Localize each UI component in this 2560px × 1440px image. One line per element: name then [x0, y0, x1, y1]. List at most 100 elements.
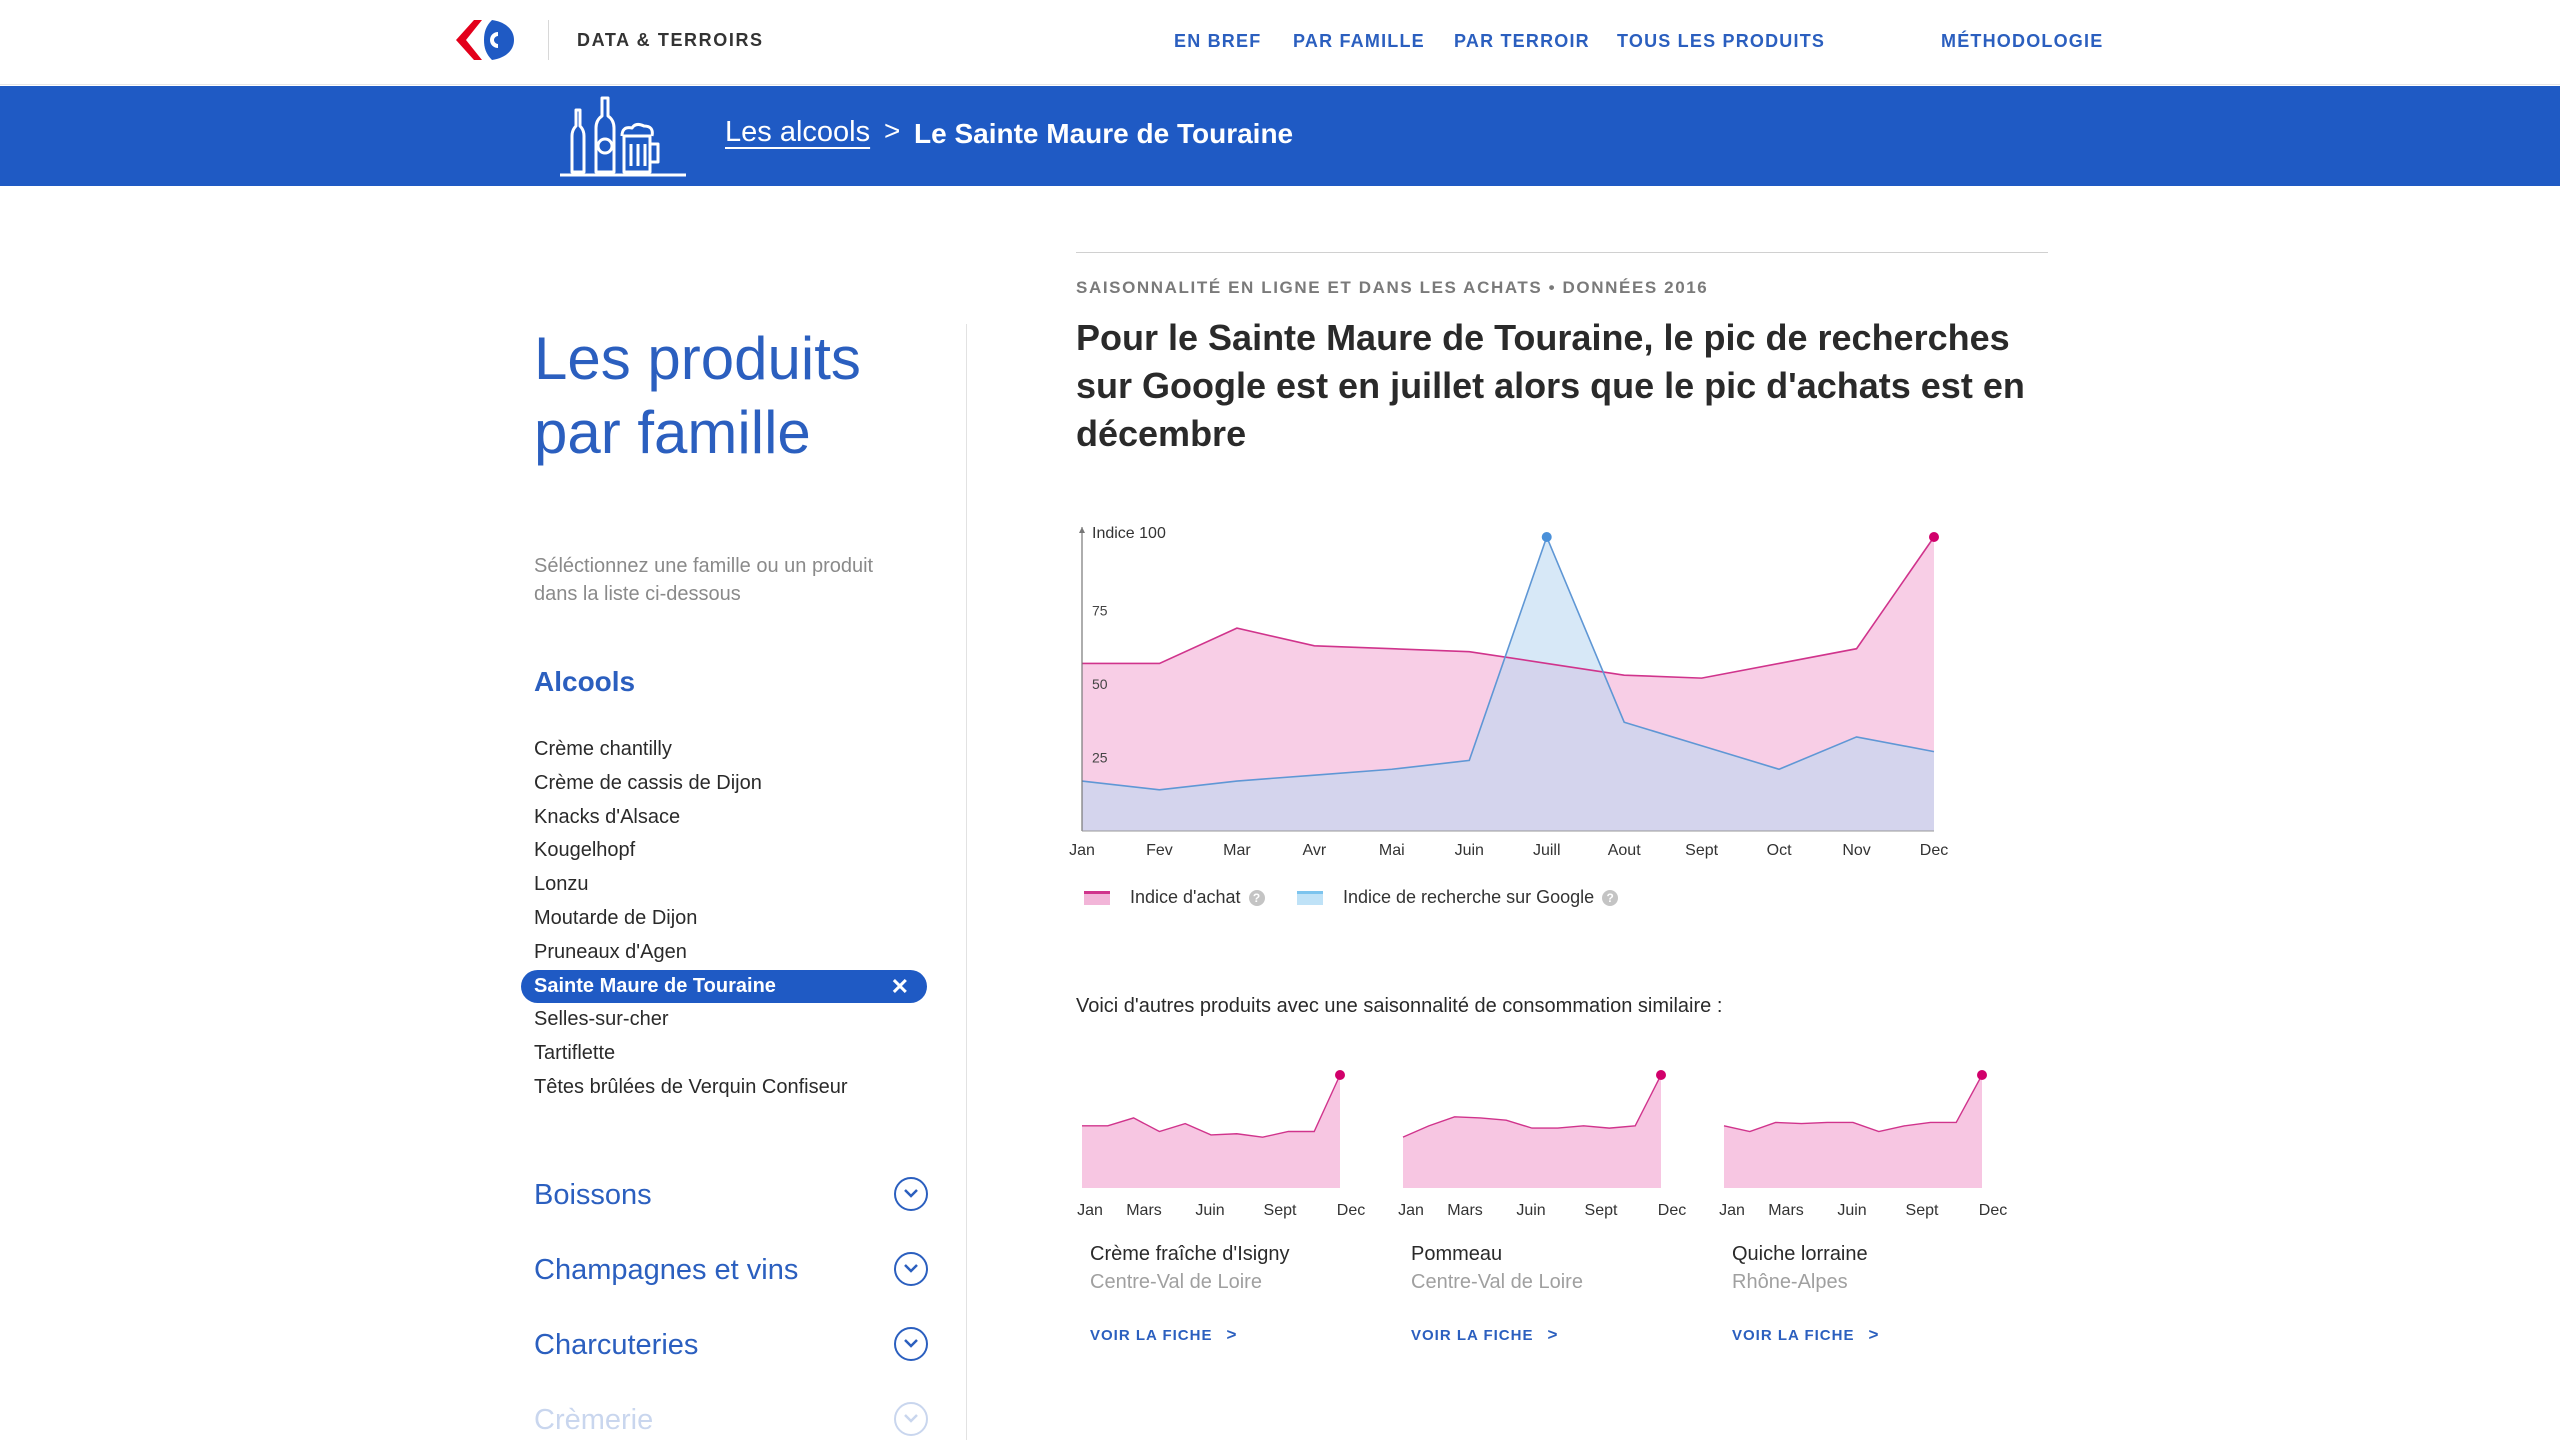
- y-axis-label: Indice 100: [1092, 525, 1166, 542]
- view-sheet-link[interactable]: VOIR LA FICHE >: [1411, 1325, 1558, 1345]
- product-item[interactable]: Pruneaux d'Agen: [521, 936, 927, 970]
- mini-peak-point: [1656, 1070, 1666, 1080]
- y-tick-label: 25: [1092, 750, 1108, 766]
- mini-x-tick-label: Jan: [1398, 1202, 1424, 1219]
- top-header: DATA & TERROIRS EN BREF PAR FAMILLE PAR …: [0, 0, 2560, 85]
- category-charcuteries[interactable]: Charcuteries: [534, 1327, 934, 1362]
- similar-product-region: Centre-Val de Loire: [1090, 1271, 1262, 1293]
- product-item[interactable]: Selles-sur-cher: [521, 1003, 927, 1037]
- product-item[interactable]: Kougelhopf: [521, 834, 927, 868]
- y-tick-label: 50: [1092, 676, 1108, 692]
- x-tick-label: Aout: [1608, 842, 1641, 859]
- product-label: Crème chantilly: [534, 738, 672, 760]
- mini-x-tick-label: Jan: [1719, 1202, 1745, 1219]
- category-boissons[interactable]: Boissons: [534, 1177, 934, 1212]
- product-label: Sainte Maure de Touraine: [534, 974, 776, 997]
- legend-purchase: Indice d'achat?: [1084, 887, 1265, 908]
- legend-label: Indice d'achat: [1130, 887, 1241, 907]
- carrefour-logo[interactable]: [452, 18, 522, 62]
- product-item[interactable]: Têtes brûlées de Verquin Confiseur: [521, 1071, 927, 1105]
- product-item[interactable]: Crème chantilly: [521, 733, 927, 767]
- mini-peak-point: [1977, 1070, 1987, 1080]
- product-label: Moutarde de Dijon: [534, 906, 698, 929]
- mini-x-tick-label: Jan: [1077, 1202, 1103, 1219]
- chevron-down-icon[interactable]: [894, 1252, 928, 1286]
- chevron-down-icon[interactable]: [894, 1177, 928, 1211]
- product-label: Tartiflette: [534, 1042, 616, 1065]
- sidebar-hint: Séléctionnez une famille ou un produit d…: [534, 555, 874, 605]
- mini-x-tick-label: Juin: [1195, 1202, 1224, 1219]
- product-item[interactable]: Tartiflette: [521, 1037, 927, 1071]
- mini-line: [1723, 1074, 1983, 1133]
- similar-product-name: Crème fraîche d'Isigny: [1090, 1243, 1290, 1265]
- similar-product-card: Jan Mars Juin Sept Dec Quiche lorraine Rhône…: [1718, 1055, 2038, 1344]
- mini-x-tick-label: Sept: [1264, 1202, 1297, 1219]
- x-tick-label: Mai: [1379, 842, 1405, 859]
- breadcrumb-bar: Les alcools > Le Sainte Maure de Tourain…: [0, 86, 2560, 186]
- nav-tous-les-produits[interactable]: TOUS LES PRODUITS: [1617, 31, 1825, 52]
- category-label: Champagnes et vins: [534, 1254, 799, 1286]
- legend-swatch-google: [1297, 891, 1323, 906]
- mini-x-tick-label: Dec: [1979, 1202, 2007, 1219]
- x-tick-label: Juill: [1533, 842, 1561, 859]
- mini-peak-point: [1335, 1070, 1345, 1080]
- brand-divider: [548, 20, 549, 60]
- product-item[interactable]: Moutarde de Dijon: [521, 902, 927, 936]
- nav-par-terroir[interactable]: PAR TERROIR: [1454, 31, 1590, 52]
- x-tick-label: Jan: [1069, 842, 1095, 859]
- product-list: Crème chantilly Crème de cassis de Dijon…: [521, 733, 927, 1105]
- product-item[interactable]: Lonzu: [521, 868, 927, 902]
- mini-chart: Jan Mars Juin Sept Dec: [1398, 1070, 1686, 1219]
- y-tick-label: 75: [1092, 603, 1108, 619]
- product-label: Têtes brûlées de Verquin Confiseur: [534, 1075, 848, 1098]
- site-title[interactable]: DATA & TERROIRS: [577, 30, 764, 51]
- category-champagnes-et-vins[interactable]: Champagnes et vins: [534, 1252, 934, 1287]
- category-label: Crèmerie: [534, 1404, 654, 1436]
- view-sheet-link[interactable]: VOIR LA FICHE >: [1090, 1325, 1237, 1345]
- similar-product-card: Jan Mars Juin Sept Dec Pommeau Centre-Val de…: [1397, 1055, 1717, 1344]
- close-icon[interactable]: ✕: [891, 970, 909, 1004]
- chevron-down-icon[interactable]: [894, 1402, 928, 1436]
- breadcrumb-chevron-icon: >: [884, 115, 901, 146]
- legend-swatch-purchase: [1084, 891, 1110, 906]
- family-heading-alcools[interactable]: Alcools: [534, 666, 635, 698]
- legend-label: Indice de recherche sur Google: [1343, 887, 1595, 907]
- product-item[interactable]: Knacks d'Alsace: [521, 801, 927, 835]
- view-sheet-label: VOIR LA FICHE: [1732, 1327, 1855, 1344]
- product-item[interactable]: Crème de cassis de Dijon: [521, 767, 927, 801]
- mini-x-tick-label: Mars: [1447, 1202, 1483, 1219]
- section-divider: [1076, 252, 2048, 253]
- product-label: Kougelhopf: [534, 839, 636, 862]
- nav-methodologie[interactable]: MÉTHODOLOGIE: [1941, 31, 2103, 52]
- similar-product-name: Quiche lorraine: [1732, 1243, 1868, 1265]
- chevron-right-icon: >: [1226, 1325, 1238, 1344]
- legend-google: Indice de recherche sur Google?: [1297, 887, 1619, 908]
- mini-x-tick-label: Dec: [1658, 1202, 1686, 1219]
- view-sheet-link[interactable]: VOIR LA FICHE >: [1732, 1325, 1879, 1345]
- similar-products-intro: Voici d'autres produits avec une saisonn…: [1076, 995, 1723, 1017]
- product-label: Pruneaux d'Agen: [534, 940, 687, 963]
- breadcrumb-parent-link[interactable]: Les alcools: [725, 116, 870, 149]
- category-cremerie[interactable]: Crèmerie: [534, 1402, 934, 1437]
- category-label: Boissons: [534, 1179, 652, 1211]
- nav-en-bref[interactable]: EN BREF: [1174, 31, 1261, 52]
- similar-product-card: Jan Mars Juin Sept Dec Crème fraîche d'Isign…: [1076, 1055, 1396, 1344]
- help-icon[interactable]: ?: [1602, 890, 1619, 907]
- mini-area: [1403, 1075, 1661, 1188]
- alcohol-bottles-icon: [560, 96, 686, 177]
- help-icon[interactable]: ?: [1248, 890, 1265, 907]
- x-tick-label: Mar: [1223, 842, 1251, 859]
- mini-x-tick-label: Sept: [1585, 1202, 1618, 1219]
- chevron-down-icon[interactable]: [894, 1327, 928, 1361]
- similar-product-region: Centre-Val de Loire: [1411, 1271, 1583, 1293]
- sidebar-divider: [966, 324, 967, 1440]
- x-tick-label: Nov: [1842, 842, 1870, 859]
- mini-chart: Jan Mars Juin Sept Dec: [1719, 1070, 2007, 1219]
- mini-x-tick-label: Dec: [1337, 1202, 1365, 1219]
- nav-par-famille[interactable]: PAR FAMILLE: [1293, 31, 1425, 52]
- product-item-selected[interactable]: Sainte Maure de Touraine ✕: [521, 969, 927, 1004]
- x-tick-label: Avr: [1303, 842, 1327, 859]
- view-sheet-label: VOIR LA FICHE: [1090, 1327, 1213, 1344]
- product-label: Crème de cassis de Dijon: [534, 771, 762, 794]
- section-kicker: SAISONNALITÉ EN LIGNE ET DANS LES ACHATS…: [1076, 278, 1709, 297]
